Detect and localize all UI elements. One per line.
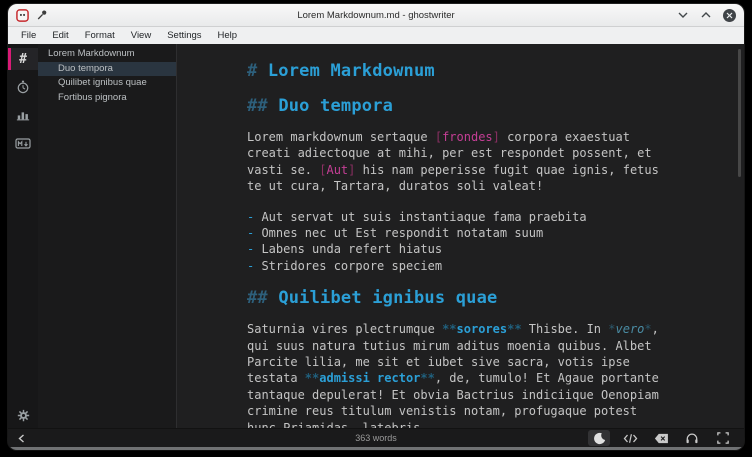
- markdown-h2-block: ## Duo tempora: [247, 96, 718, 116]
- editor-content[interactable]: # Lorem Markdownum ## Duo tempora Lorem ma…: [177, 44, 744, 428]
- tab-outline[interactable]: #: [8, 48, 38, 70]
- menu-edit[interactable]: Edit: [45, 29, 75, 42]
- moon-icon: [593, 432, 606, 445]
- markdown-p-block: Lorem markdownum sertaque [frondes] corp…: [247, 129, 718, 195]
- editor-pane: # Lorem Markdownum ## Duo tempora Lorem ma…: [176, 44, 744, 428]
- markdown-icon: [15, 137, 31, 150]
- editor-scrollbar[interactable]: [738, 49, 741, 177]
- outline-item[interactable]: Duo tempora: [38, 62, 176, 77]
- markdown-list-block: - Aut servat ut suis instantiaque fama p…: [247, 209, 718, 275]
- gear-icon: [17, 409, 30, 422]
- tab-cheat-sheet[interactable]: [8, 132, 38, 154]
- window-bottom-edge: [8, 447, 744, 450]
- maximize-button[interactable]: [699, 8, 713, 22]
- backspace-icon: [654, 433, 669, 444]
- bar-chart-icon: [16, 108, 30, 122]
- menu-view[interactable]: View: [124, 29, 158, 42]
- headphones-icon: [685, 432, 699, 444]
- ghostwriter-window: Lorem Markdownum.md - ghostwriter: [8, 4, 744, 450]
- titlebar[interactable]: Lorem Markdownum.md - ghostwriter: [8, 4, 744, 27]
- focus-mode-button[interactable]: [681, 430, 703, 446]
- sidebar-tab-rail: #: [8, 44, 38, 428]
- close-button[interactable]: [722, 8, 736, 22]
- menu-file[interactable]: File: [14, 29, 43, 42]
- main-area: #: [8, 44, 744, 428]
- fullscreen-button[interactable]: [712, 430, 734, 446]
- menu-bar: FileEditFormatViewSettingsHelp: [8, 27, 744, 44]
- outline-panel: Lorem MarkdownumDuo temporaQuilibet igni…: [38, 44, 176, 428]
- chevron-down-icon: [678, 12, 688, 18]
- code-icon: [623, 433, 638, 444]
- dark-mode-button[interactable]: [588, 430, 610, 446]
- close-icon: [723, 9, 736, 22]
- status-bar: 363 words: [8, 428, 744, 447]
- desktop: Lorem Markdownum.md - ghostwriter: [0, 0, 752, 457]
- chevron-up-icon: [701, 12, 711, 18]
- tab-session-statistics[interactable]: [8, 76, 38, 98]
- menu-settings[interactable]: Settings: [160, 29, 208, 42]
- window-title: Lorem Markdownum.md - ghostwriter: [8, 10, 744, 21]
- fullscreen-icon: [717, 432, 729, 444]
- menu-help[interactable]: Help: [211, 29, 245, 42]
- hash-icon: #: [19, 52, 27, 67]
- pin-icon[interactable]: [36, 9, 48, 21]
- stopwatch-icon: [16, 80, 30, 94]
- markdown-p-block: Saturnia vires plectrumque **sorores** T…: [247, 321, 718, 428]
- menu-format[interactable]: Format: [78, 29, 122, 42]
- minimize-button[interactable]: [676, 8, 690, 22]
- settings-button[interactable]: [8, 402, 38, 428]
- html-preview-button[interactable]: [619, 430, 641, 446]
- ghostwriter-app-icon: [16, 9, 29, 22]
- tab-document-statistics[interactable]: [8, 104, 38, 126]
- hemingway-mode-button[interactable]: [650, 430, 672, 446]
- outline-item[interactable]: Fortibus pignora: [38, 91, 176, 106]
- outline-item[interactable]: Lorem Markdownum: [38, 47, 176, 62]
- outline-item[interactable]: Quilibet ignibus quae: [38, 76, 176, 91]
- markdown-h1-block: # Lorem Markdownum: [247, 61, 718, 81]
- markdown-h2-block: ## Quilibet ignibus quae: [247, 288, 718, 308]
